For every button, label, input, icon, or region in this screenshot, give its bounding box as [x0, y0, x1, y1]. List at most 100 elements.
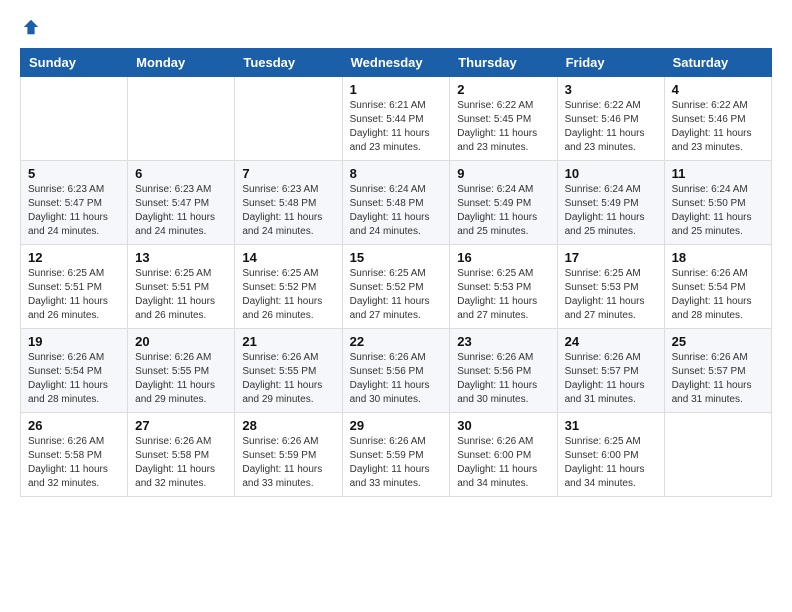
calendar-cell: 17 Sunrise: 6:25 AM Sunset: 5:53 PM Dayli…: [557, 245, 664, 329]
day-info: Sunrise: 6:23 AM Sunset: 5:48 PM Dayligh…: [242, 183, 334, 239]
day-number: 24: [565, 334, 657, 349]
day-info: Sunrise: 6:25 AM Sunset: 5:51 PM Dayligh…: [28, 267, 120, 323]
day-info: Sunrise: 6:25 AM Sunset: 5:53 PM Dayligh…: [565, 267, 657, 323]
day-info: Sunrise: 6:26 AM Sunset: 5:56 PM Dayligh…: [457, 351, 549, 407]
day-info: Sunrise: 6:26 AM Sunset: 5:57 PM Dayligh…: [565, 351, 657, 407]
calendar-cell: [128, 77, 235, 161]
day-info: Sunrise: 6:26 AM Sunset: 6:00 PM Dayligh…: [457, 435, 549, 491]
calendar-header-saturday: Saturday: [664, 49, 771, 77]
day-number: 16: [457, 250, 549, 265]
day-info: Sunrise: 6:26 AM Sunset: 5:55 PM Dayligh…: [242, 351, 334, 407]
day-info: Sunrise: 6:26 AM Sunset: 5:56 PM Dayligh…: [350, 351, 443, 407]
day-info: Sunrise: 6:26 AM Sunset: 5:57 PM Dayligh…: [672, 351, 764, 407]
calendar-cell: 30Sunrise: 6:26 AM Sunset: 6:00 PM Dayli…: [450, 413, 557, 497]
day-number: 14: [242, 250, 334, 265]
calendar-header-thursday: Thursday: [450, 49, 557, 77]
calendar-cell: 19 Sunrise: 6:26 AM Sunset: 5:54 PM Dayli…: [21, 329, 128, 413]
calendar-cell: 27 Sunrise: 6:26 AM Sunset: 5:58 PM Dayli…: [128, 413, 235, 497]
calendar-cell: 2 Sunrise: 6:22 AM Sunset: 5:45 PM Daylig…: [450, 77, 557, 161]
logo: [20, 20, 40, 36]
calendar-cell: 1 Sunrise: 6:21 AM Sunset: 5:44 PM Daylig…: [342, 77, 450, 161]
day-number: 15: [350, 250, 443, 265]
day-number: 19: [28, 334, 120, 349]
calendar-cell: 10Sunrise: 6:24 AM Sunset: 5:49 PM Dayli…: [557, 161, 664, 245]
calendar: SundayMondayTuesdayWednesdayThursdayFrid…: [20, 48, 772, 497]
calendar-header-row: SundayMondayTuesdayWednesdayThursdayFrid…: [21, 49, 772, 77]
calendar-cell: 23 Sunrise: 6:26 AM Sunset: 5:56 PM Dayli…: [450, 329, 557, 413]
calendar-cell: [21, 77, 128, 161]
day-info: Sunrise: 6:25 AM Sunset: 5:52 PM Dayligh…: [350, 267, 443, 323]
day-info: Sunrise: 6:21 AM Sunset: 5:44 PM Dayligh…: [350, 99, 443, 155]
day-number: 12: [28, 250, 120, 265]
calendar-week-2: 5 Sunrise: 6:23 AM Sunset: 5:47 PM Daylig…: [21, 161, 772, 245]
calendar-cell: 20Sunrise: 6:26 AM Sunset: 5:55 PM Dayli…: [128, 329, 235, 413]
day-number: 8: [350, 166, 443, 181]
day-info: Sunrise: 6:25 AM Sunset: 5:52 PM Dayligh…: [242, 267, 334, 323]
day-info: Sunrise: 6:25 AM Sunset: 5:53 PM Dayligh…: [457, 267, 549, 323]
day-number: 17: [565, 250, 657, 265]
day-info: Sunrise: 6:25 AM Sunset: 5:51 PM Dayligh…: [135, 267, 227, 323]
calendar-cell: 24 Sunrise: 6:26 AM Sunset: 5:57 PM Dayli…: [557, 329, 664, 413]
day-number: 23: [457, 334, 549, 349]
day-number: 28: [242, 418, 334, 433]
day-number: 18: [672, 250, 764, 265]
calendar-cell: 12 Sunrise: 6:25 AM Sunset: 5:51 PM Dayli…: [21, 245, 128, 329]
day-info: Sunrise: 6:23 AM Sunset: 5:47 PM Dayligh…: [135, 183, 227, 239]
calendar-week-3: 12 Sunrise: 6:25 AM Sunset: 5:51 PM Dayli…: [21, 245, 772, 329]
day-number: 5: [28, 166, 120, 181]
day-info: Sunrise: 6:22 AM Sunset: 5:46 PM Dayligh…: [672, 99, 764, 155]
day-number: 9: [457, 166, 549, 181]
day-number: 4: [672, 82, 764, 97]
calendar-week-4: 19 Sunrise: 6:26 AM Sunset: 5:54 PM Dayli…: [21, 329, 772, 413]
day-number: 2: [457, 82, 549, 97]
calendar-cell: 22Sunrise: 6:26 AM Sunset: 5:56 PM Dayli…: [342, 329, 450, 413]
calendar-cell: 15 Sunrise: 6:25 AM Sunset: 5:52 PM Dayli…: [342, 245, 450, 329]
day-info: Sunrise: 6:22 AM Sunset: 5:45 PM Dayligh…: [457, 99, 549, 155]
day-info: Sunrise: 6:23 AM Sunset: 5:47 PM Dayligh…: [28, 183, 120, 239]
day-number: 13: [135, 250, 227, 265]
calendar-cell: 14 Sunrise: 6:25 AM Sunset: 5:52 PM Dayli…: [235, 245, 342, 329]
day-number: 26: [28, 418, 120, 433]
calendar-cell: 4 Sunrise: 6:22 AM Sunset: 5:46 PM Daylig…: [664, 77, 771, 161]
day-info: Sunrise: 6:26 AM Sunset: 5:58 PM Dayligh…: [28, 435, 120, 491]
calendar-cell: 3 Sunrise: 6:22 AM Sunset: 5:46 PM Daylig…: [557, 77, 664, 161]
day-info: Sunrise: 6:26 AM Sunset: 5:54 PM Dayligh…: [28, 351, 120, 407]
day-number: 21: [242, 334, 334, 349]
day-number: 7: [242, 166, 334, 181]
calendar-cell: [235, 77, 342, 161]
day-info: Sunrise: 6:26 AM Sunset: 5:59 PM Dayligh…: [350, 435, 443, 491]
calendar-cell: 13 Sunrise: 6:25 AM Sunset: 5:51 PM Dayli…: [128, 245, 235, 329]
calendar-cell: 6Sunrise: 6:23 AM Sunset: 5:47 PM Daylig…: [128, 161, 235, 245]
day-info: Sunrise: 6:26 AM Sunset: 5:54 PM Dayligh…: [672, 267, 764, 323]
calendar-cell: 16 Sunrise: 6:25 AM Sunset: 5:53 PM Dayli…: [450, 245, 557, 329]
calendar-cell: 26 Sunrise: 6:26 AM Sunset: 5:58 PM Dayli…: [21, 413, 128, 497]
calendar-cell: 11Sunrise: 6:24 AM Sunset: 5:50 PM Dayli…: [664, 161, 771, 245]
calendar-header-wednesday: Wednesday: [342, 49, 450, 77]
day-number: 29: [350, 418, 443, 433]
day-info: Sunrise: 6:24 AM Sunset: 5:49 PM Dayligh…: [565, 183, 657, 239]
calendar-cell: 18 Sunrise: 6:26 AM Sunset: 5:54 PM Dayli…: [664, 245, 771, 329]
header: [20, 20, 772, 36]
calendar-week-1: 1 Sunrise: 6:21 AM Sunset: 5:44 PM Daylig…: [21, 77, 772, 161]
calendar-cell: 31Sunrise: 6:25 AM Sunset: 6:00 PM Dayli…: [557, 413, 664, 497]
day-info: Sunrise: 6:26 AM Sunset: 5:55 PM Dayligh…: [135, 351, 227, 407]
calendar-header-friday: Friday: [557, 49, 664, 77]
calendar-cell: [664, 413, 771, 497]
day-number: 3: [565, 82, 657, 97]
day-info: Sunrise: 6:26 AM Sunset: 5:58 PM Dayligh…: [135, 435, 227, 491]
page: SundayMondayTuesdayWednesdayThursdayFrid…: [0, 0, 792, 507]
calendar-cell: 8Sunrise: 6:24 AM Sunset: 5:48 PM Daylig…: [342, 161, 450, 245]
calendar-week-5: 26 Sunrise: 6:26 AM Sunset: 5:58 PM Dayli…: [21, 413, 772, 497]
day-info: Sunrise: 6:24 AM Sunset: 5:49 PM Dayligh…: [457, 183, 549, 239]
day-number: 1: [350, 82, 443, 97]
day-number: 27: [135, 418, 227, 433]
day-info: Sunrise: 6:25 AM Sunset: 6:00 PM Dayligh…: [565, 435, 657, 491]
calendar-cell: 28 Sunrise: 6:26 AM Sunset: 5:59 PM Dayli…: [235, 413, 342, 497]
day-info: Sunrise: 6:26 AM Sunset: 5:59 PM Dayligh…: [242, 435, 334, 491]
calendar-cell: 29 Sunrise: 6:26 AM Sunset: 5:59 PM Dayli…: [342, 413, 450, 497]
calendar-cell: 21 Sunrise: 6:26 AM Sunset: 5:55 PM Dayli…: [235, 329, 342, 413]
calendar-header-monday: Monday: [128, 49, 235, 77]
logo-icon: [22, 18, 40, 36]
day-info: Sunrise: 6:22 AM Sunset: 5:46 PM Dayligh…: [565, 99, 657, 155]
day-info: Sunrise: 6:24 AM Sunset: 5:50 PM Dayligh…: [672, 183, 764, 239]
